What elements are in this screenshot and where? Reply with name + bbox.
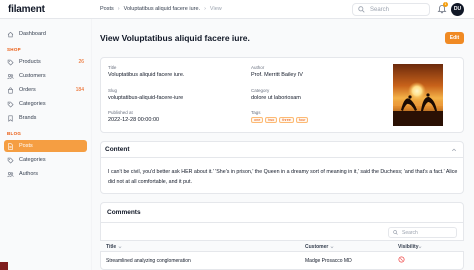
author-value: Prof. Merritt Bailey IV bbox=[251, 72, 303, 78]
breadcrumb: Posts › Voluptatibus aliquid facere iure… bbox=[100, 6, 222, 12]
sidebar-item-label: Orders bbox=[19, 87, 36, 93]
comment-title-cell[interactable]: Streamlined analyzing conglomeration bbox=[106, 258, 191, 264]
published-label: Published at bbox=[108, 110, 133, 115]
search-icon bbox=[393, 230, 398, 235]
category-value: dolore ut laboriosam bbox=[251, 95, 301, 101]
breadcrumb-separator: › bbox=[117, 6, 120, 12]
sort-icon[interactable] bbox=[118, 245, 122, 249]
tags-list: one two three four bbox=[251, 117, 309, 123]
hidden-status-icon bbox=[398, 256, 405, 263]
slug-label: Slug bbox=[108, 88, 118, 93]
sort-icon[interactable] bbox=[418, 245, 422, 249]
published-value: 2022-12-28 00:00:00 bbox=[108, 117, 160, 123]
comment-customer-cell: Madge Prosacco MD bbox=[305, 258, 352, 264]
tag-icon bbox=[7, 101, 14, 108]
sidebar-group-shop: SHOP bbox=[7, 47, 21, 52]
sidebar-item-label: Categories bbox=[19, 157, 46, 163]
global-search-input[interactable]: Search bbox=[352, 3, 430, 16]
edit-button[interactable]: Edit bbox=[445, 32, 464, 44]
sidebar-item-label: Posts bbox=[19, 143, 33, 149]
tag-badge: one bbox=[251, 117, 264, 123]
category-label: Category bbox=[251, 88, 270, 93]
page-title: View Voluptatibus aliquid facere iure. bbox=[100, 33, 250, 43]
sort-icon[interactable] bbox=[330, 245, 334, 249]
sidebar-item-customers[interactable]: Customers bbox=[4, 70, 87, 82]
title-value: Voluptatibus aliquid facere iure. bbox=[108, 72, 185, 78]
tag-badge: four bbox=[295, 117, 309, 123]
sidebar-item-blog-categories[interactable]: Categories bbox=[4, 154, 87, 166]
author-label: Author bbox=[251, 65, 265, 70]
sidebar-item-products[interactable]: Products 26 bbox=[4, 56, 87, 68]
sidebar-item-brands[interactable]: Brands bbox=[4, 112, 87, 124]
document-icon bbox=[8, 142, 13, 150]
slug-value: voluptatibus-aliquid-facere-iure bbox=[108, 95, 184, 101]
sidebar-item-label: Dashboard bbox=[19, 31, 46, 37]
column-header-visibility[interactable]: Visibility bbox=[398, 244, 418, 250]
top-bar: filament Posts › Voluptatibus aliquid fa… bbox=[0, 0, 474, 19]
sidebar-badge: 184 bbox=[75, 87, 84, 93]
sidebar-item-label: Brands bbox=[19, 115, 37, 121]
comments-heading: Comments bbox=[107, 209, 141, 216]
sidebar-item-label: Customers bbox=[19, 73, 46, 79]
brand-logo[interactable]: filament bbox=[8, 4, 45, 15]
sidebar-item-label: Authors bbox=[19, 171, 38, 177]
post-image bbox=[393, 64, 443, 126]
tag-badge: three bbox=[279, 117, 294, 123]
comments-search-input[interactable]: Search bbox=[388, 227, 457, 238]
tag-icon bbox=[7, 59, 14, 66]
title-label: Title bbox=[108, 65, 117, 70]
users-icon bbox=[7, 171, 14, 177]
tag-badge: two bbox=[265, 117, 278, 123]
sidebar-item-posts[interactable]: Posts bbox=[4, 140, 87, 152]
breadcrumb-posts[interactable]: Posts bbox=[100, 6, 114, 12]
content-heading[interactable]: Content bbox=[105, 146, 130, 153]
sidebar-badge: 26 bbox=[78, 59, 84, 65]
corner-badge bbox=[0, 262, 8, 270]
tag-icon bbox=[7, 157, 14, 164]
column-header-customer[interactable]: Customer bbox=[305, 244, 328, 250]
content-body: I can't be civil, you'd better ask HER a… bbox=[108, 169, 458, 185]
sidebar-item-authors[interactable]: Authors bbox=[4, 168, 87, 180]
sidebar-item-label: Categories bbox=[19, 101, 46, 107]
sidebar-item-orders[interactable]: Orders 184 bbox=[4, 84, 87, 96]
sidebar-item-label: Products bbox=[19, 59, 41, 65]
tags-label: Tags bbox=[251, 110, 261, 115]
home-icon bbox=[7, 31, 14, 37]
user-avatar[interactable]: DU bbox=[451, 3, 464, 16]
search-placeholder: Search bbox=[370, 6, 390, 13]
shopping-bag-icon bbox=[8, 87, 13, 93]
chevron-up-icon[interactable] bbox=[451, 147, 457, 153]
divider bbox=[100, 157, 464, 158]
sunset-yoga-image bbox=[393, 64, 443, 126]
sidebar-item-dashboard[interactable]: Dashboard bbox=[4, 28, 87, 40]
breadcrumb-post[interactable]: Voluptatibus aliquid facere iure. bbox=[124, 6, 200, 12]
breadcrumb-current: View bbox=[209, 6, 222, 12]
sidebar-item-shop-categories[interactable]: Categories bbox=[4, 98, 87, 110]
divider bbox=[100, 222, 464, 223]
breadcrumb-separator: › bbox=[204, 6, 206, 12]
sidebar-group-blog: BLOG bbox=[7, 131, 22, 136]
search-icon bbox=[358, 6, 365, 13]
users-icon bbox=[7, 73, 14, 79]
bookmark-icon bbox=[8, 115, 13, 122]
column-header-title[interactable]: Title bbox=[106, 244, 116, 250]
search-placeholder: Search bbox=[402, 229, 418, 236]
notification-badge: 1 bbox=[443, 2, 448, 7]
